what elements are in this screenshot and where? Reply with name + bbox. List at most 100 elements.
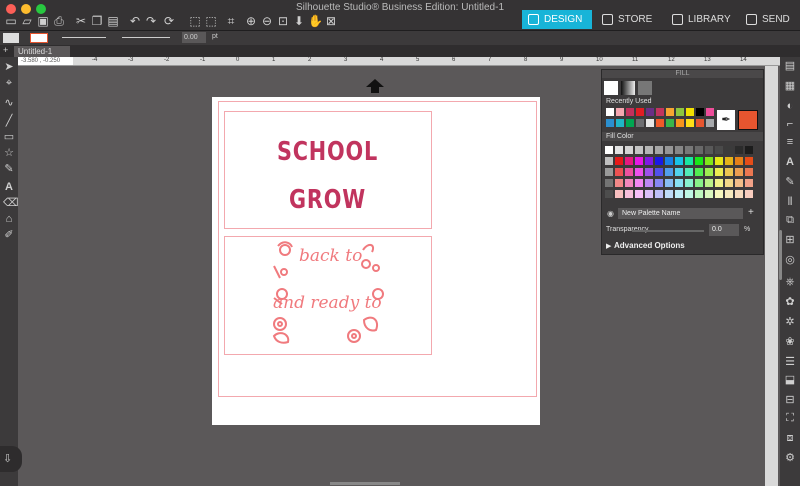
recent-color-swatch[interactable] <box>626 108 634 116</box>
palette-color-swatch[interactable] <box>695 179 703 187</box>
palette-color-swatch[interactable] <box>625 179 633 187</box>
rectangle-tool-icon[interactable]: ▭ <box>3 131 15 143</box>
transparency-slider[interactable] <box>632 230 704 232</box>
recent-color-swatch[interactable] <box>706 108 714 116</box>
palette-color-swatch[interactable] <box>605 168 613 176</box>
palette-color-swatch[interactable] <box>725 179 733 187</box>
refresh-icon[interactable]: ⟳ <box>162 14 176 28</box>
palette-color-swatch[interactable] <box>655 190 663 198</box>
palette-color-swatch[interactable] <box>625 168 633 176</box>
palette-color-swatch[interactable] <box>635 190 643 198</box>
palette-color-swatch[interactable] <box>705 146 713 154</box>
pan-hand-icon[interactable]: ✋ <box>308 14 323 28</box>
transparency-input[interactable]: 0.0 <box>709 224 739 236</box>
new-document-icon[interactable]: ▭ <box>4 14 18 28</box>
expand-arrow-icon[interactable]: ▶ <box>606 242 611 250</box>
palette-color-swatch[interactable] <box>685 179 693 187</box>
palette-color-swatch[interactable] <box>685 146 693 154</box>
transform-panel-icon[interactable]: ✲ <box>784 316 796 328</box>
palette-color-swatch[interactable] <box>695 157 703 165</box>
palette-color-swatch[interactable] <box>665 190 673 198</box>
redo-icon[interactable]: ↷ <box>144 14 158 28</box>
palette-color-swatch[interactable] <box>685 157 693 165</box>
polygon-tool-icon[interactable]: ☆ <box>3 147 15 159</box>
recent-color-swatch[interactable] <box>626 119 634 127</box>
tab-store[interactable]: STORE <box>596 10 662 29</box>
point-edit-icon[interactable]: ⌖ <box>3 77 15 89</box>
cut-icon[interactable]: ✂ <box>74 14 88 28</box>
line-color-swatch[interactable] <box>30 33 48 43</box>
undo-icon[interactable]: ↶ <box>128 14 142 28</box>
line-tool-icon[interactable]: ╱ <box>3 115 15 127</box>
recent-color-swatch[interactable] <box>616 108 624 116</box>
offset-icon[interactable]: ◎ <box>784 254 796 266</box>
palette-color-swatch[interactable] <box>625 157 633 165</box>
recent-color-swatch[interactable] <box>606 119 614 127</box>
recent-color-swatch[interactable] <box>646 119 654 127</box>
palette-color-swatch[interactable] <box>675 146 683 154</box>
recent-color-swatch[interactable] <box>706 119 714 127</box>
tab-design[interactable]: DESIGN <box>522 10 592 29</box>
tab-library[interactable]: LIBRARY <box>666 10 736 29</box>
palette-color-swatch[interactable] <box>675 190 683 198</box>
palette-color-swatch[interactable] <box>715 190 723 198</box>
palette-color-swatch[interactable] <box>735 190 743 198</box>
recent-color-swatch[interactable] <box>606 108 614 116</box>
nest-icon[interactable]: ❀ <box>784 336 796 348</box>
send-icon[interactable]: ▦ <box>784 80 796 92</box>
palette-color-swatch[interactable] <box>695 168 703 176</box>
recent-color-swatch[interactable] <box>676 119 684 127</box>
palette-color-swatch[interactable] <box>655 179 663 187</box>
palette-color-swatch[interactable] <box>615 179 623 187</box>
copy-icon[interactable]: ❐ <box>90 14 104 28</box>
grid-panel-icon[interactable]: ⊟ <box>784 394 796 406</box>
palette-color-swatch[interactable] <box>635 179 643 187</box>
palette-color-swatch[interactable] <box>675 157 683 165</box>
eyedropper-tool-icon[interactable]: ✐ <box>3 229 15 241</box>
recent-color-swatch[interactable] <box>696 108 704 116</box>
palette-color-swatch[interactable] <box>655 146 663 154</box>
fill-color-icon[interactable]: ◐ <box>784 100 796 112</box>
palette-color-swatch[interactable] <box>745 190 753 198</box>
palette-color-swatch[interactable] <box>705 190 713 198</box>
palette-color-swatch[interactable] <box>745 157 753 165</box>
recent-color-swatch[interactable] <box>686 119 694 127</box>
horizontal-scrollbar[interactable] <box>330 482 400 485</box>
replicate-icon[interactable]: ⧉ <box>784 214 796 226</box>
palette-color-swatch[interactable] <box>645 157 653 165</box>
paste-icon[interactable]: ▤ <box>106 14 120 28</box>
palette-color-swatch[interactable] <box>725 168 733 176</box>
select-all-icon[interactable]: ⬚ <box>188 14 202 28</box>
palette-color-swatch[interactable] <box>625 146 633 154</box>
palette-color-swatch[interactable] <box>625 190 633 198</box>
palette-color-swatch[interactable] <box>695 146 703 154</box>
pencil-tool-icon[interactable]: ✎ <box>3 163 15 175</box>
line-style-icon[interactable]: ≡ <box>784 136 796 148</box>
palette-color-swatch[interactable] <box>645 146 653 154</box>
design-text-line2[interactable]: GROW <box>245 185 411 215</box>
line-color-icon[interactable]: ⌐ <box>784 118 796 130</box>
eyedropper-icon[interactable]: ✒ <box>717 110 735 130</box>
sketch-icon[interactable]: ✿ <box>784 296 796 308</box>
palette-color-swatch[interactable] <box>745 168 753 176</box>
transform-icon[interactable]: ⌗ <box>224 14 238 28</box>
palette-color-swatch[interactable] <box>665 179 673 187</box>
eraser-tool-icon[interactable]: ⌫ <box>3 197 19 209</box>
palette-color-swatch[interactable] <box>635 157 643 165</box>
text-to-path-icon[interactable]: ✎ <box>784 176 796 188</box>
fill-pattern-tab[interactable] <box>638 81 652 95</box>
line-join-select[interactable] <box>122 37 170 38</box>
print-icon[interactable]: ⎙ <box>52 14 66 28</box>
zoom-out-icon[interactable]: ⊖ <box>260 14 274 28</box>
deselect-icon[interactable]: ⬚ <box>204 14 218 28</box>
recent-color-swatch[interactable] <box>676 108 684 116</box>
palette-color-swatch[interactable] <box>665 157 673 165</box>
palette-color-swatch[interactable] <box>645 179 653 187</box>
save-icon[interactable]: ▣ <box>36 14 50 28</box>
palette-color-swatch[interactable] <box>665 146 673 154</box>
palette-color-swatch[interactable] <box>705 168 713 176</box>
page-setup-icon[interactable]: ▤ <box>784 60 796 72</box>
palette-color-swatch[interactable] <box>615 190 623 198</box>
modify-icon[interactable]: ⊞ <box>784 234 796 246</box>
text-tool-icon[interactable]: A <box>3 181 15 193</box>
